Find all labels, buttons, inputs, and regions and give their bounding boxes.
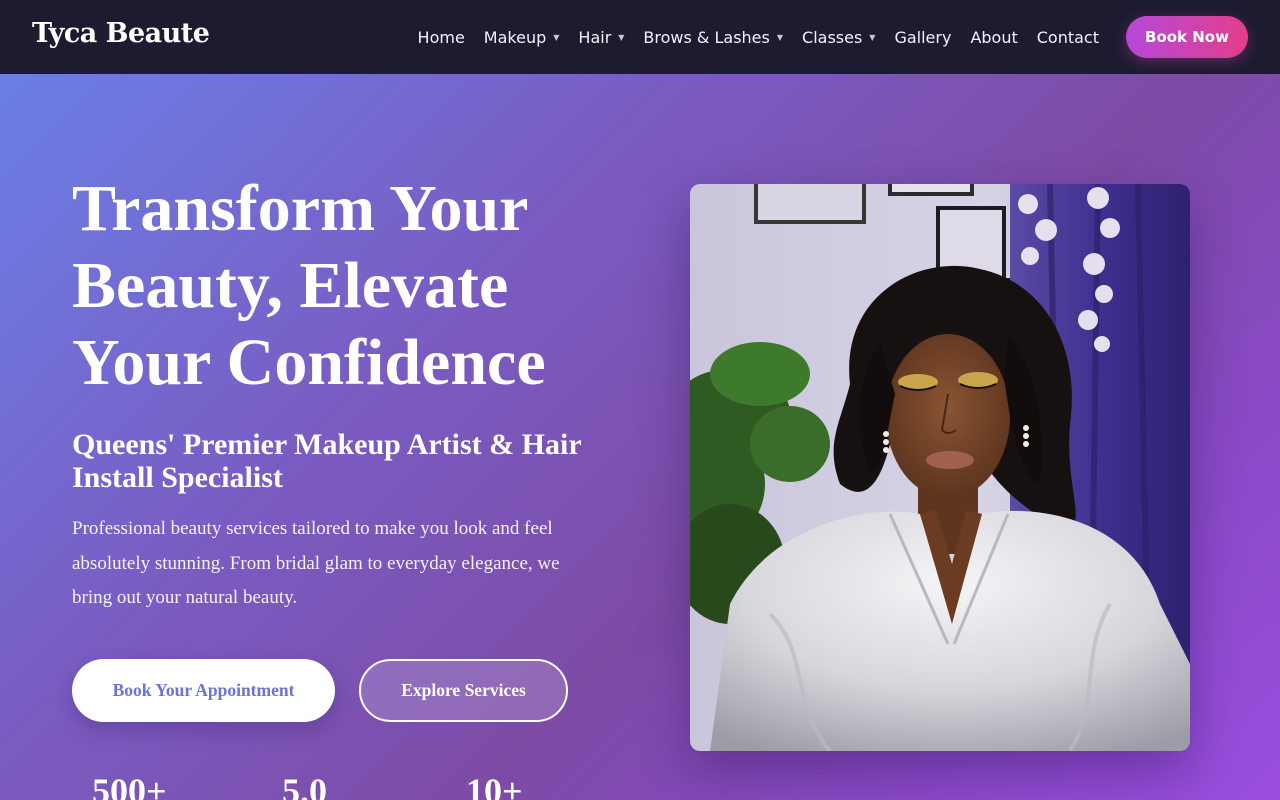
- nav-item-home[interactable]: Home: [418, 28, 465, 47]
- nav-item-makeup[interactable]: Makeup ▼: [484, 28, 560, 47]
- hero-subtitle: Queens' Premier Makeup Artist & Hair Ins…: [72, 428, 582, 494]
- nav-item-hair[interactable]: Hair ▼: [578, 28, 624, 47]
- stat-clients-value: 500+: [92, 771, 167, 800]
- site-logo[interactable]: Tyca Beaute: [32, 18, 210, 49]
- caret-down-icon: ▼: [618, 33, 625, 42]
- nav-item-label: About: [970, 27, 1018, 47]
- nav-item-label: Gallery: [894, 27, 952, 47]
- nav-item-contact[interactable]: Contact: [1037, 28, 1099, 47]
- site-header: Tyca Beaute Home Makeup ▼ Hair ▼ Brows &…: [0, 0, 1280, 74]
- main-nav: Home Makeup ▼ Hair ▼ Brows & Lashes ▼ Cl…: [418, 0, 1099, 74]
- nav-item-classes[interactable]: Classes ▼: [802, 28, 875, 47]
- stat-rating-value: 5.0: [282, 771, 327, 800]
- nav-item-about[interactable]: About: [970, 28, 1017, 47]
- hero-title: Transform Your Beauty, Elevate Your Conf…: [72, 172, 546, 399]
- caret-down-icon: ▼: [869, 33, 876, 42]
- book-appointment-button[interactable]: Book Your Appointment: [72, 659, 335, 722]
- book-now-button[interactable]: Book Now: [1126, 16, 1248, 58]
- hero-section: Transform Your Beauty, Elevate Your Conf…: [0, 74, 1280, 800]
- nav-item-label: Hair: [578, 27, 612, 47]
- nav-item-brows-lashes[interactable]: Brows & Lashes ▼: [643, 28, 783, 47]
- hero-photo: [690, 184, 1190, 751]
- nav-item-label: Brows & Lashes: [643, 27, 770, 47]
- nav-item-label: Home: [417, 27, 465, 47]
- nav-item-gallery[interactable]: Gallery: [894, 28, 951, 47]
- caret-down-icon: ▼: [553, 33, 560, 42]
- nav-item-label: Classes: [802, 27, 863, 47]
- caret-down-icon: ▼: [776, 33, 784, 42]
- nav-item-label: Makeup: [483, 27, 547, 47]
- explore-services-button[interactable]: Explore Services: [359, 659, 568, 722]
- nav-item-label: Contact: [1036, 27, 1099, 47]
- stat-years-value: 10+: [466, 771, 523, 800]
- hero-description: Professional beauty services tailored to…: [72, 518, 560, 608]
